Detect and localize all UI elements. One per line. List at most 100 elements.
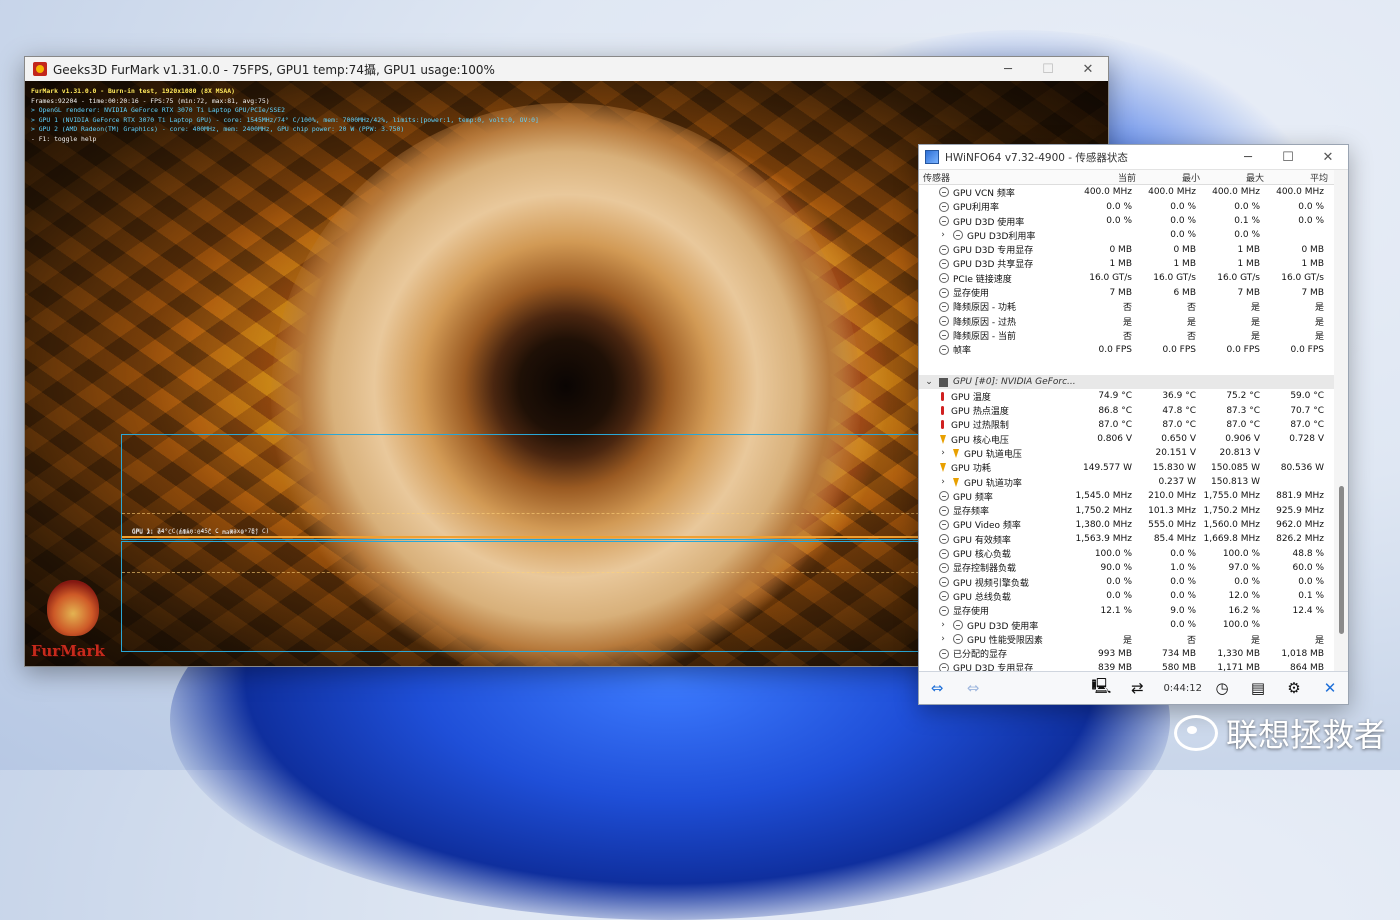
column-header-current[interactable]: 当前: [1075, 171, 1139, 184]
sensor-value-max: 1,669.8 MHz: [1203, 534, 1260, 545]
sensor-value-max: 是: [1250, 317, 1260, 328]
gpu1-graph-label: GPU 1: 74° C (min: 45° C - max: 75° C): [132, 528, 270, 535]
maximize-icon[interactable]: ☐: [1028, 62, 1068, 77]
sensor-row[interactable]: 显存控制器负载 90.0 % 1.0 % 97.0 % 60.0 %: [919, 561, 1334, 575]
sensor-row[interactable]: › GPU D3D 使用率 0.0 % 100.0 %: [919, 618, 1334, 632]
sensor-circle-icon: [953, 634, 963, 645]
minimize-icon[interactable]: ─: [988, 62, 1028, 77]
sensor-row[interactable]: 已分配的显存 993 MB 734 MB 1,330 MB 1,018 MB: [919, 647, 1334, 661]
sensor-row[interactable]: GPU 温度 74.9 °C 36.9 °C 75.2 °C 59.0 °C: [919, 389, 1334, 403]
sensor-row[interactable]: GPU利用率 0.0 % 0.0 % 0.0 % 0.0 %: [919, 200, 1334, 214]
scrollbar-thumb[interactable]: [1339, 486, 1344, 634]
sensor-row[interactable]: 降频原因 - 功耗 否 否 是 是: [919, 300, 1334, 314]
sensor-row[interactable]: 降频原因 - 当前 否 否 是 是: [919, 328, 1334, 342]
sensor-value-avg: 70.7 °C: [1290, 405, 1324, 416]
sensor-label: GPU 功耗: [951, 464, 991, 475]
sensor-value-min: 0.0 %: [1170, 591, 1196, 602]
sensor-value-cur: 87.0 °C: [1098, 419, 1132, 430]
sensor-row[interactable]: › GPU 轨道功率 0.237 W 150.813 W: [919, 475, 1334, 489]
chevron-down-icon[interactable]: ⌄: [923, 377, 935, 387]
sensor-circle-icon: [939, 316, 949, 327]
sensor-row[interactable]: GPU D3D 共享显存 1 MB 1 MB 1 MB 1 MB: [919, 257, 1334, 271]
chevron-right-icon[interactable]: ›: [937, 620, 949, 630]
network-share-icon[interactable]: ⇄: [1122, 675, 1152, 701]
close-icon[interactable]: ✕: [1068, 62, 1108, 77]
nav-arrows-disabled-icon[interactable]: ⇔: [958, 675, 988, 701]
column-header-min[interactable]: 最小: [1139, 171, 1203, 184]
gear-icon[interactable]: ⚙: [1279, 675, 1309, 701]
sensor-name-cell: GPU Video 频率: [919, 518, 1071, 531]
sensor-value-max: 12.0 %: [1228, 591, 1260, 602]
sensor-value-min: 1 MB: [1173, 258, 1196, 269]
gpu-group-label: GPU [#0]: NVIDIA GeForc...: [953, 377, 1076, 387]
nav-arrows-icon[interactable]: ⇔: [922, 675, 952, 701]
clock-icon[interactable]: ◷: [1207, 675, 1237, 701]
sensor-row[interactable]: GPU 热点温度 86.8 °C 47.8 °C 87.3 °C 70.7 °C: [919, 403, 1334, 417]
sensor-value-cur: 1,380.0 MHz: [1075, 519, 1132, 530]
sensor-value-max: 1,330 MB: [1217, 648, 1260, 659]
sensor-row[interactable]: › GPU 轨道电压 20.151 V 20.813 V: [919, 446, 1334, 460]
close-sensors-icon[interactable]: ✕: [1315, 675, 1345, 701]
sensor-label: GPU 核心电压: [951, 435, 1009, 446]
sensor-value-min: 否: [1186, 303, 1196, 314]
sensor-value-avg: 16.0 GT/s: [1281, 273, 1324, 284]
sensor-value-max: 7 MB: [1237, 287, 1260, 298]
sensor-value-cur: 16.0 GT/s: [1089, 273, 1132, 284]
network-computer-icon[interactable]: 🖳: [1086, 675, 1116, 701]
sensor-row[interactable]: GPU Video 频率 1,380.0 MHz 555.0 MHz 1,560.0 …: [919, 518, 1334, 532]
sensor-label: GPU 核心负载: [953, 550, 1011, 561]
add-log-icon[interactable]: ▤: [1243, 675, 1273, 701]
sensor-value-min: 87.0 °C: [1162, 419, 1196, 430]
close-icon[interactable]: ✕: [1308, 150, 1348, 165]
sensor-row[interactable]: GPU D3D 专用显存 0 MB 0 MB 1 MB 0 MB: [919, 242, 1334, 256]
sensor-row[interactable]: GPU 频率 1,545.0 MHz 210.0 MHz 1,755.0 MHz 881…: [919, 489, 1334, 503]
vertical-scrollbar[interactable]: [1334, 170, 1348, 672]
sensor-row[interactable]: GPU 过热限制 87.0 °C 87.0 °C 87.0 °C 87.0 °C: [919, 418, 1334, 432]
hud-line: Frames:92204 - time:00:20:16 - FPS:75 (m…: [31, 96, 270, 105]
sensor-row[interactable]: 帧率 0.0 FPS 0.0 FPS 0.0 FPS 0.0 FPS: [919, 343, 1334, 357]
sensor-value-max: 100.0 %: [1222, 620, 1260, 631]
column-header-sensor[interactable]: 传感器: [919, 171, 1075, 184]
sensor-row[interactable]: 显存频率 1,750.2 MHz 101.3 MHz 1,750.2 MHz 925.9…: [919, 504, 1334, 518]
sensor-row[interactable]: GPU 核心负载 100.0 % 0.0 % 100.0 % 48.8 %: [919, 546, 1334, 560]
sensor-row[interactable]: GPU VCN 频率 400.0 MHz 400.0 MHz 400.0 MHz 400…: [919, 185, 1334, 199]
sensor-name-cell: GPU 核心负载: [919, 547, 1071, 560]
lightning-icon: [940, 434, 946, 444]
hwinfo-titlebar[interactable]: HWiNFO64 v7.32-4900 - 传感器状态 ─ ☐ ✕: [919, 145, 1348, 170]
gpu-group-header[interactable]: ⌄ GPU [#0]: NVIDIA GeForc...: [919, 374, 1334, 390]
sensor-row[interactable]: GPU 总线负载 0.0 % 0.0 % 12.0 % 0.1 %: [919, 589, 1334, 603]
table-header: 传感器 当前 最小 最大 平均: [919, 170, 1334, 186]
sensor-value-avg: 0 MB: [1301, 244, 1324, 255]
sensor-value-max: 16.0 GT/s: [1217, 273, 1260, 284]
sensor-row[interactable]: GPU D3D 使用率 0.0 % 0.0 % 0.1 % 0.0 %: [919, 214, 1334, 228]
sensor-row[interactable]: › GPU 性能受限因素 是 否 是 是: [919, 632, 1334, 646]
furmark-titlebar[interactable]: Geeks3D FurMark v1.31.0.0 - 75FPS, GPU1 …: [25, 57, 1108, 81]
chevron-right-icon[interactable]: ›: [937, 448, 949, 458]
sensor-circle-icon: [939, 344, 949, 355]
sensor-name-cell: GPU 有效频率: [919, 533, 1071, 546]
sensor-table[interactable]: 传感器 当前 最小 最大 平均 GPU VCN 频率 400.0 MHz 400.0…: [919, 170, 1334, 672]
column-header-max[interactable]: 最大: [1203, 171, 1267, 184]
sensor-value-cur: 1,750.2 MHz: [1075, 505, 1132, 516]
sensor-row[interactable]: GPU 有效频率 1,563.9 MHz 85.4 MHz 1,669.8 MHz 82…: [919, 532, 1334, 546]
sensor-row[interactable]: 降频原因 - 过热 是 是 是 是: [919, 314, 1334, 328]
sensor-value-min: 6 MB: [1173, 287, 1196, 298]
chevron-right-icon[interactable]: ›: [937, 477, 949, 487]
chevron-right-icon[interactable]: ›: [937, 634, 949, 644]
maximize-icon[interactable]: ☐: [1268, 150, 1308, 165]
sensor-row[interactable]: GPU 核心电压 0.806 V 0.650 V 0.906 V 0.728 V: [919, 432, 1334, 446]
sensor-row[interactable]: GPU 视频引擎负载 0.0 % 0.0 % 0.0 % 0.0 %: [919, 575, 1334, 589]
sensor-value-max: 0.0 %: [1234, 230, 1260, 241]
sensor-value-cur: 0.0 %: [1106, 201, 1132, 212]
hwinfo-window[interactable]: HWiNFO64 v7.32-4900 - 传感器状态 ─ ☐ ✕ 传感器 当前…: [918, 144, 1349, 705]
sensor-label: GPU利用率: [953, 203, 999, 214]
sensor-circle-icon: [939, 287, 949, 298]
sensor-row[interactable]: › GPU D3D利用率 0.0 % 0.0 %: [919, 228, 1334, 242]
sensor-row[interactable]: 显存使用 12.1 % 9.0 % 16.2 % 12.4 %: [919, 604, 1334, 618]
column-header-avg[interactable]: 平均: [1267, 171, 1331, 184]
sensor-row[interactable]: PCIe 链接速度 16.0 GT/s 16.0 GT/s 16.0 GT/s 16.0…: [919, 271, 1334, 285]
minimize-icon[interactable]: ─: [1228, 150, 1268, 165]
sensor-row[interactable]: 显存使用 7 MB 6 MB 7 MB 7 MB: [919, 285, 1334, 299]
sensor-row[interactable]: GPU 功耗 149.577 W 15.830 W 150.085 W 80.536 W: [919, 461, 1334, 475]
chevron-right-icon[interactable]: ›: [937, 230, 949, 240]
